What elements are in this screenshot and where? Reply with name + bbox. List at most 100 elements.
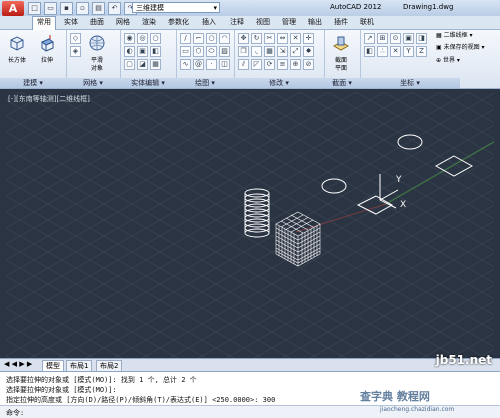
stretch-icon[interactable]: ⇲ [277,46,288,57]
imprint-icon[interactable]: ◪ [137,59,148,70]
panel-title-modeling[interactable]: 建模 ▾ [0,78,66,88]
explode-icon[interactable]: ✸ [303,46,314,57]
mesh-convert-icon[interactable]: ◈ [70,46,81,57]
ucs-z-icon[interactable]: Z [416,46,427,57]
tab-insert[interactable]: 插入 [198,17,220,28]
polygon-icon[interactable]: ⬡ [193,46,204,57]
section-plane-button[interactable]: 截面 平面 [330,34,352,73]
plot-icon[interactable]: ▤ [92,2,105,15]
move-icon[interactable]: ✥ [238,33,249,44]
open-file-icon[interactable]: ▭ [44,2,57,15]
intersect-icon[interactable]: ○ [150,33,161,44]
tab-output[interactable]: 输出 [304,17,326,28]
tab-annotate[interactable]: 注释 [226,17,248,28]
tab-surface[interactable]: 曲面 [86,17,108,28]
tab-parametric[interactable]: 参数化 [164,17,193,28]
panel-title-draw[interactable]: 绘图 ▾ [176,78,234,88]
tab-render[interactable]: 渲染 [138,17,160,28]
array-icon[interactable]: ▦ [264,46,275,57]
mesh-primitive-icon[interactable]: ◇ [70,33,81,44]
point-icon[interactable]: · [206,59,217,70]
shell-icon[interactable]: ▣ [137,46,148,57]
panel-title-solid-edit[interactable]: 实体编辑 ▾ [120,78,176,88]
chamfer-icon[interactable]: ◸ [251,59,262,70]
align-icon[interactable]: ≡ [277,59,288,70]
extract-edges-icon[interactable]: ▢ [124,59,135,70]
union-icon[interactable]: ◉ [124,33,135,44]
ucs-y-icon[interactable]: Y [403,46,414,57]
3d-rotate-icon[interactable]: ⟳ [264,59,275,70]
hatch-icon[interactable]: ▨ [219,46,230,57]
join-icon[interactable]: ⊕ [290,59,301,70]
panel-title-section[interactable]: 截面 ▾ [324,78,360,88]
tab-manage[interactable]: 管理 [278,17,300,28]
tab-online[interactable]: 联机 [356,17,378,28]
spline-icon[interactable]: ∿ [180,59,191,70]
autocad-logo-button[interactable]: A [2,1,24,16]
rotate-icon[interactable]: ↻ [251,33,262,44]
separate-icon[interactable]: ◧ [150,46,161,57]
extrude-button[interactable]: 拉伸 [36,34,58,65]
tab-view[interactable]: 视图 [252,17,274,28]
layout-nav-arrows[interactable]: ◀ ◀ ▶ ▶ [4,360,32,368]
arc-icon[interactable]: ◠ [219,33,230,44]
ucs-origin-icon[interactable]: ⊙ [390,33,401,44]
panel-title-mesh[interactable]: 网格 ▾ [66,78,120,88]
box-icon [10,36,24,51]
tab-home[interactable]: 常用 [32,16,56,30]
undo-icon[interactable]: ↶ [108,2,121,15]
drawing-viewport[interactable]: [-][东南等轴测][二维线框] Y X [6,92,494,358]
region-icon[interactable]: ◫ [219,59,230,70]
copy-icon[interactable]: ❐ [238,46,249,57]
section-label-1: 截面 [334,57,347,64]
helix-icon[interactable]: @ [193,59,204,70]
ellipse-icon[interactable]: ⬭ [206,46,217,57]
mirror-icon[interactable]: ⇔ [277,33,288,44]
break-icon[interactable]: ⊘ [303,59,314,70]
3d-move-icon[interactable]: ✛ [303,33,314,44]
command-window[interactable]: 选择要拉伸的对象或 [模式(MO)]: 找到 1 个, 总计 2 个 选择要拉伸… [0,371,500,418]
slice-icon[interactable]: ◐ [124,46,135,57]
scale-icon[interactable]: ⤢ [290,46,301,57]
square-profile-right[interactable] [434,155,474,177]
panel-draw: / ⌐ ○ ◠ ▭ ⬡ ⬭ ▨ ∿ @ · ◫ 绘图 ▾ [176,30,235,88]
trim-icon[interactable]: ✂ [264,33,275,44]
extruded-cylinder[interactable] [242,188,272,240]
offset-edge-icon[interactable]: ▦ [150,59,161,70]
circle-profile-left[interactable] [321,178,347,194]
ucs-3point-icon[interactable]: ∴ [377,46,388,57]
box-button[interactable]: 长方体 [6,34,28,65]
tab-solid[interactable]: 实体 [60,17,82,28]
line-icon[interactable]: / [180,33,191,44]
ucs-world-icon[interactable]: ⊞ [377,33,388,44]
panel-title-modify[interactable]: 修改 ▾ [234,78,324,88]
visual-style-dropdown[interactable]: ▦ 二维线框 ▾ [436,32,473,40]
smooth-object-button[interactable]: 平滑 对象 [86,34,108,73]
new-file-icon[interactable]: □ [28,2,41,15]
watermark-brand: 查字典 教程网 [360,390,430,403]
viewport-controls-label[interactable]: [-][东南等轴测][二维线框] [8,94,90,104]
offset-icon[interactable]: ⫽ [238,59,249,70]
panel-mesh: 平滑 对象 ◇ ◈ 网格 ▾ [66,30,121,88]
ucs-icon[interactable]: ↗ [364,33,375,44]
workspace-dropdown[interactable]: 三维建模 ▾ [132,2,220,13]
ucs-x-icon[interactable]: ✕ [390,46,401,57]
fillet-icon[interactable]: ◟ [251,46,262,57]
tab-plugins[interactable]: 插件 [330,17,352,28]
panel-title-coordinates[interactable]: 坐标 ▾ [360,78,460,88]
named-view-dropdown[interactable]: ▣ 未保存的视图 ▾ [436,44,485,52]
polyline-icon[interactable]: ⌐ [193,33,204,44]
circle-icon[interactable]: ○ [206,33,217,44]
save-icon[interactable]: ▪ [60,2,73,15]
tab-mesh[interactable]: 网格 [112,17,134,28]
ucs-face-icon[interactable]: ◧ [364,46,375,57]
erase-icon[interactable]: ✕ [290,33,301,44]
save-as-icon[interactable]: ▫ [76,2,89,15]
ucs-view-icon[interactable]: ▣ [403,33,414,44]
smooth-label-2: 对象 [90,65,103,72]
rectangle-icon[interactable]: ▭ [180,46,191,57]
ucs-object-icon[interactable]: ◨ [416,33,427,44]
circle-profile-top[interactable] [397,134,423,150]
subtract-icon[interactable]: ◎ [137,33,148,44]
ucs-dropdown[interactable]: ⊕ 世界 ▾ [436,57,460,65]
